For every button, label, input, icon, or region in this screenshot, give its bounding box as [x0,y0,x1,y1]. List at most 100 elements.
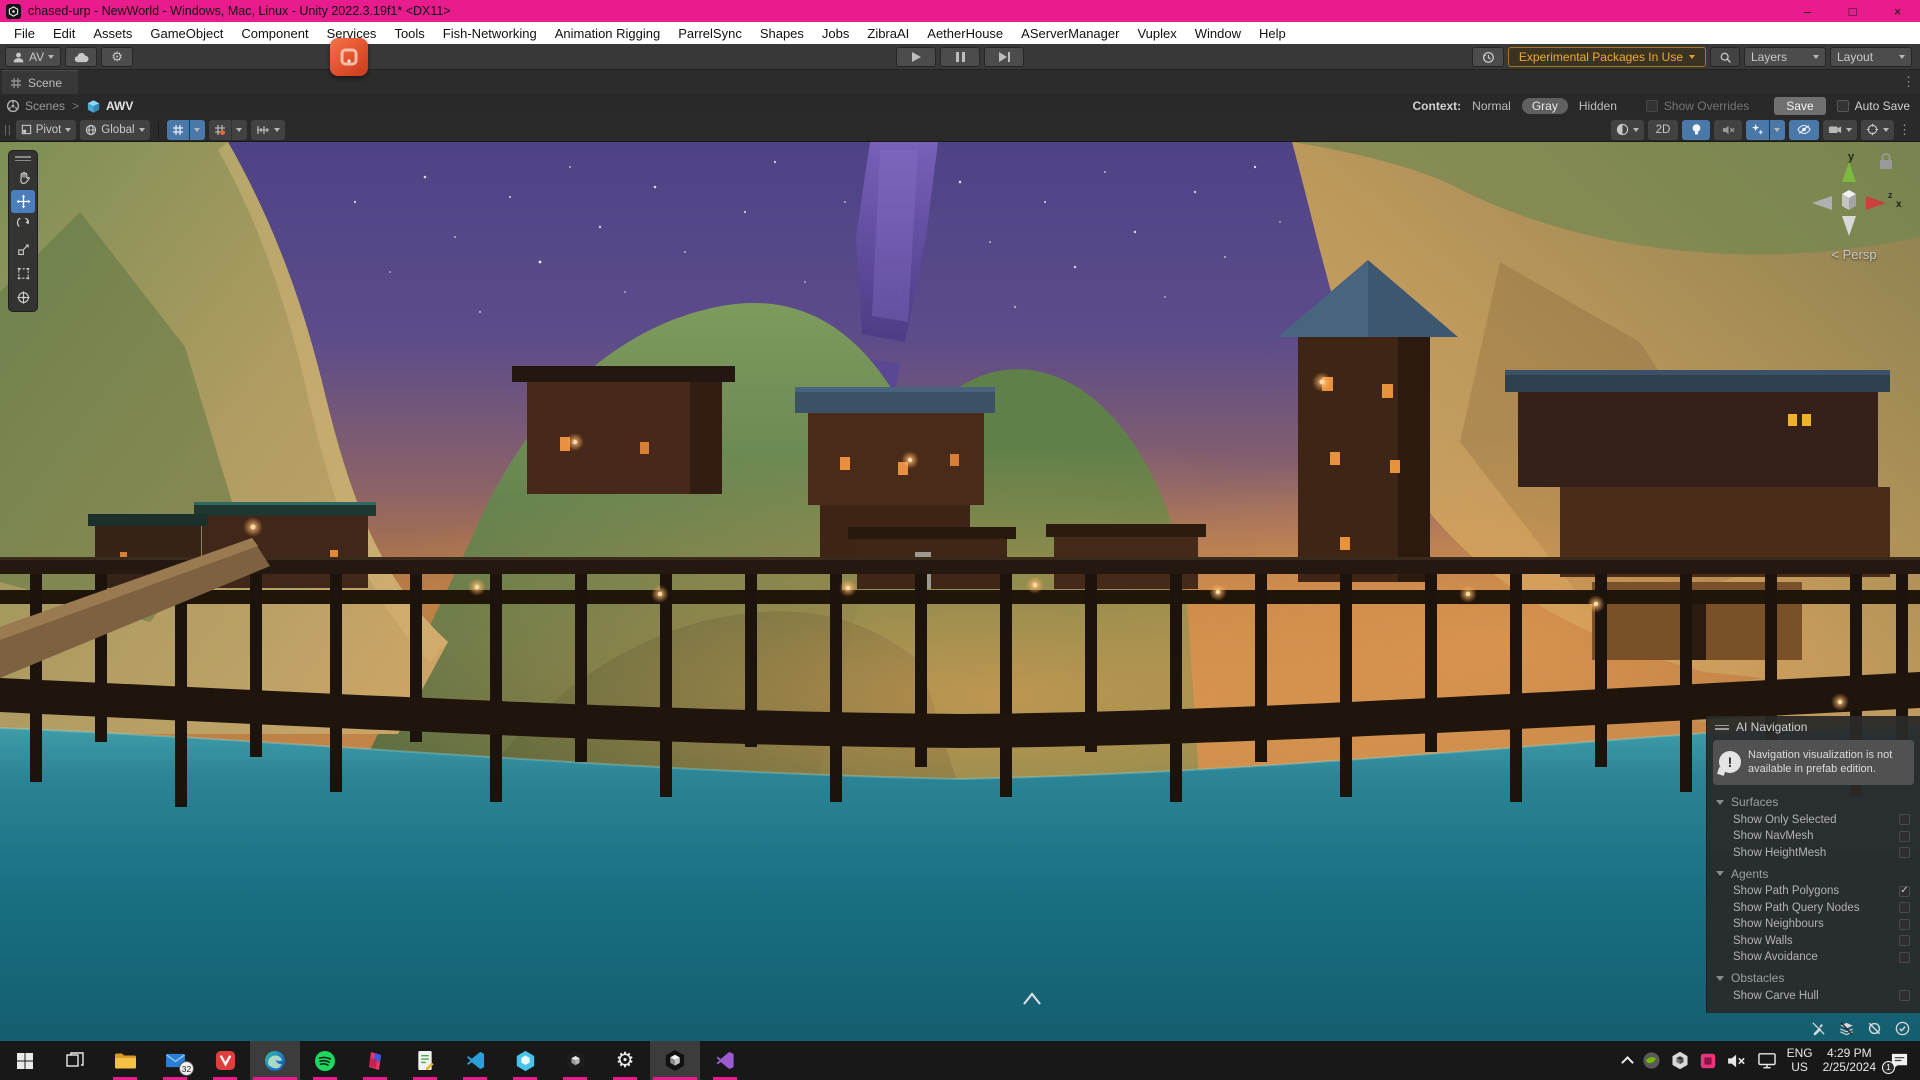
step-button[interactable] [984,47,1024,67]
taskbar-hex-app-button[interactable] [500,1041,550,1080]
close-button[interactable]: × [1875,0,1920,22]
context-normal-button[interactable]: Normal [1472,99,1511,113]
play-button[interactable] [896,47,936,67]
taskbar-unity-editor-button[interactable] [650,1041,700,1080]
notifications-button[interactable]: 1 [1886,1048,1912,1074]
audio-toggle[interactable] [1714,120,1742,140]
show-neighbours-checkbox[interactable] [1899,919,1910,930]
account-dropdown[interactable]: AV [5,47,61,67]
section-agents[interactable]: Agents [1707,864,1920,883]
auto-save-toggle[interactable]: Auto Save [1837,99,1910,113]
show-navmesh-checkbox[interactable] [1899,831,1910,842]
axis-neg-y-cone[interactable] [1842,216,1856,236]
effects-dropdown[interactable] [1746,120,1785,140]
menu-parrelsync[interactable]: ParrelSync [669,26,751,41]
projection-label[interactable]: < Persp [1806,247,1902,262]
section-obstacles[interactable]: Obstacles [1707,969,1920,988]
show-heightmesh-checkbox[interactable] [1899,847,1910,858]
layout-dropdown[interactable]: Layout [1830,47,1912,67]
maximize-button[interactable]: □ [1830,0,1875,22]
taskbar-red-app-button[interactable] [350,1041,400,1080]
menu-assets[interactable]: Assets [84,26,141,41]
panel-grip[interactable] [1715,725,1729,730]
toolbar-grip[interactable]: || [4,124,12,136]
search-button[interactable] [1710,47,1740,67]
shading-mode-dropdown[interactable] [1611,120,1644,140]
tab-row-menu[interactable]: ⋮ [1902,74,1920,90]
menu-window[interactable]: Window [1186,26,1250,41]
menu-shapes[interactable]: Shapes [751,26,813,41]
capture-disabled-icon[interactable] [1864,1018,1884,1038]
taskbar-vscode-button[interactable] [450,1041,500,1080]
view-hand-tool[interactable] [11,166,35,189]
tray-chevron-icon[interactable] [1621,1056,1634,1069]
pivot-dropdown[interactable]: Pivot [16,120,77,140]
transform-tool[interactable] [11,286,35,309]
paint-disabled-icon[interactable] [1808,1018,1828,1038]
experimental-packages-dropdown[interactable]: Experimental Packages In Use [1508,47,1706,67]
menu-help[interactable]: Help [1250,26,1295,41]
taskbar-edge-button[interactable] [250,1041,300,1080]
show-overrides-checkbox[interactable] [1646,100,1658,112]
menu-aservermanager[interactable]: AServerManager [1012,26,1128,41]
services-button[interactable]: ⚙ [101,47,133,67]
hidden-objects-toggle[interactable] [1789,120,1819,140]
axis-x-cone[interactable] [1866,196,1886,210]
menu-aetherhouse[interactable]: AetherHouse [918,26,1012,41]
task-view-button[interactable] [50,1041,100,1080]
menu-tools[interactable]: Tools [385,26,433,41]
menu-edit[interactable]: Edit [44,26,84,41]
context-gray-button[interactable]: Gray [1522,98,1568,114]
menu-zibraai[interactable]: ZibraAI [858,26,918,41]
context-hidden-button[interactable]: Hidden [1579,99,1617,113]
show-overrides-toggle[interactable]: Show Overrides [1646,99,1749,113]
tab-scene[interactable]: Scene [2,70,78,94]
undo-history-button[interactable] [1472,47,1504,67]
menu-gameobject[interactable]: GameObject [141,26,232,41]
tray-clock[interactable]: 4:29 PM 2/25/2024 [1823,1047,1876,1074]
taskbar-unity-hub-button[interactable] [550,1041,600,1080]
taskbar-settings-button[interactable]: ⚙ [600,1041,650,1080]
taskbar-spotify-button[interactable] [300,1041,350,1080]
gizmos-dropdown[interactable] [1861,120,1894,140]
layers-dropdown[interactable]: Layers [1744,47,1826,67]
minimize-button[interactable]: – [1785,0,1830,22]
snap-increment-dropdown[interactable] [251,120,285,140]
menu-component[interactable]: Component [232,26,317,41]
show-avoidance-checkbox[interactable] [1899,952,1910,963]
auto-save-checkbox[interactable] [1837,100,1849,112]
pause-button[interactable] [940,47,980,67]
lock-icon[interactable] [1880,154,1892,169]
scale-tool[interactable] [11,238,35,261]
snap-toggle[interactable] [209,120,247,140]
global-dropdown[interactable]: Global [80,120,149,140]
lighting-toggle[interactable] [1682,120,1710,140]
menu-file[interactable]: File [5,26,44,41]
show-path-query-nodes-checkbox[interactable] [1899,902,1910,913]
camera-settings-dropdown[interactable] [1823,120,1857,140]
axis-neg-x-cone[interactable] [1812,196,1832,210]
breadcrumb-root[interactable]: Scenes [25,99,65,113]
tray-language[interactable]: ENG US [1787,1047,1813,1074]
menu-animation-rigging[interactable]: Animation Rigging [546,26,670,41]
move-tool[interactable] [11,190,35,213]
section-surfaces[interactable]: Surfaces [1707,793,1920,812]
cloud-button[interactable] [65,47,97,67]
snap-options-button[interactable] [231,120,242,140]
save-button[interactable]: Save [1774,97,1825,115]
menu-fish-networking[interactable]: Fish-Networking [434,26,546,41]
taskbar-vivaldi-button[interactable] [200,1041,250,1080]
show-path-polygons-checkbox[interactable] [1899,886,1910,897]
taskbar-visual-studio-button[interactable] [700,1041,750,1080]
show-walls-checkbox[interactable] [1899,935,1910,946]
grid-visibility-toggle[interactable] [167,120,205,140]
rect-tool[interactable] [11,262,35,285]
gizmo-center-cube[interactable] [1842,190,1856,210]
effects-options-button[interactable] [1769,120,1780,140]
taskbar-mail-button[interactable]: 32 [150,1041,200,1080]
unity-tray-icon[interactable] [1671,1051,1689,1070]
tools-overlay-grip[interactable] [15,153,31,165]
pink-tray-icon[interactable] [1699,1052,1717,1070]
taskbar-notes-button[interactable] [400,1041,450,1080]
scene-toolbar-menu[interactable]: ⋮ [1898,122,1916,138]
